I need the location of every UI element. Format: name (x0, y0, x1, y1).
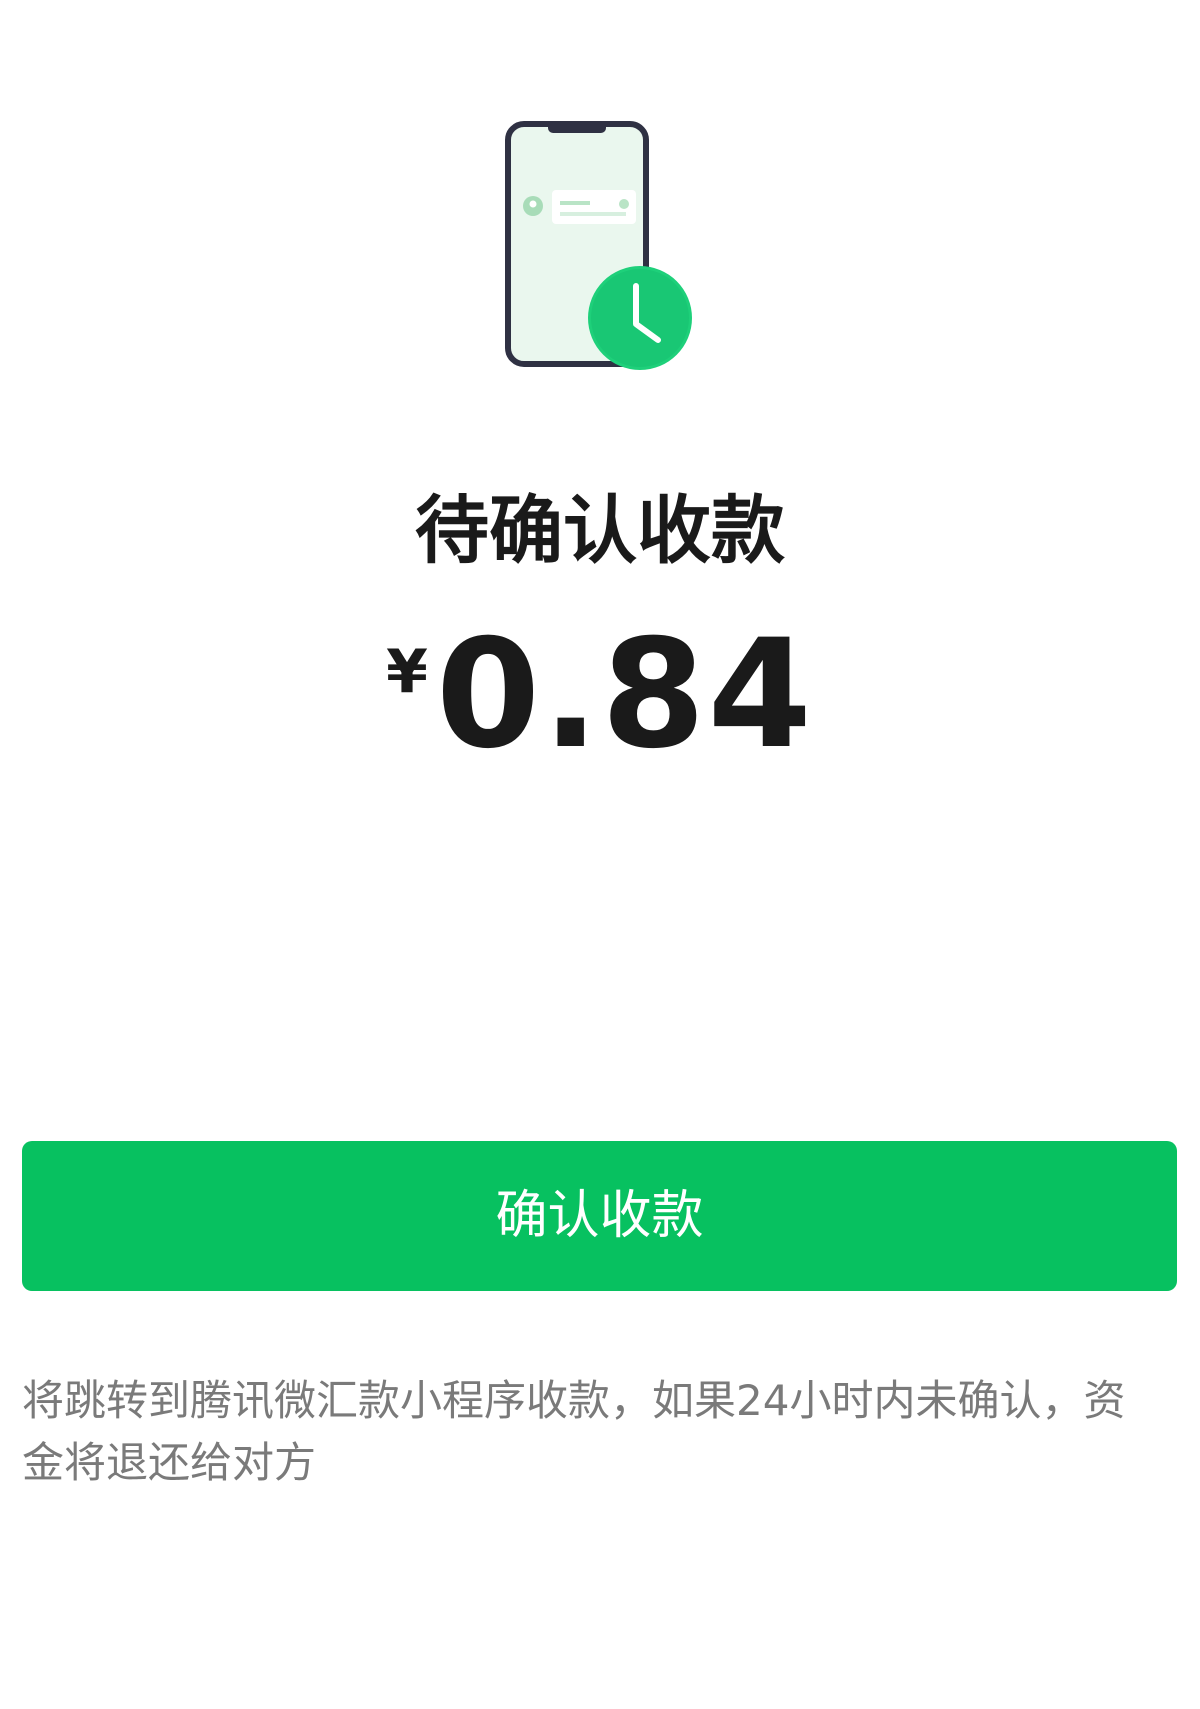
amount-value: 0.84 (435, 608, 814, 782)
notice-text: 将跳转到腾讯微汇款小程序收款，如果24小时内未确认，资金将退还给对方 (22, 1376, 1126, 1487)
status-title: 待确认收款 (415, 488, 785, 574)
confirm-receipt-button[interactable]: 确认收款 (22, 1141, 1177, 1291)
phone-pending-clock-icon (500, 118, 700, 378)
currency-symbol: ¥ (386, 637, 428, 707)
amount-display: ¥0.84 (0, 620, 1200, 770)
phone-illustration (505, 121, 692, 370)
